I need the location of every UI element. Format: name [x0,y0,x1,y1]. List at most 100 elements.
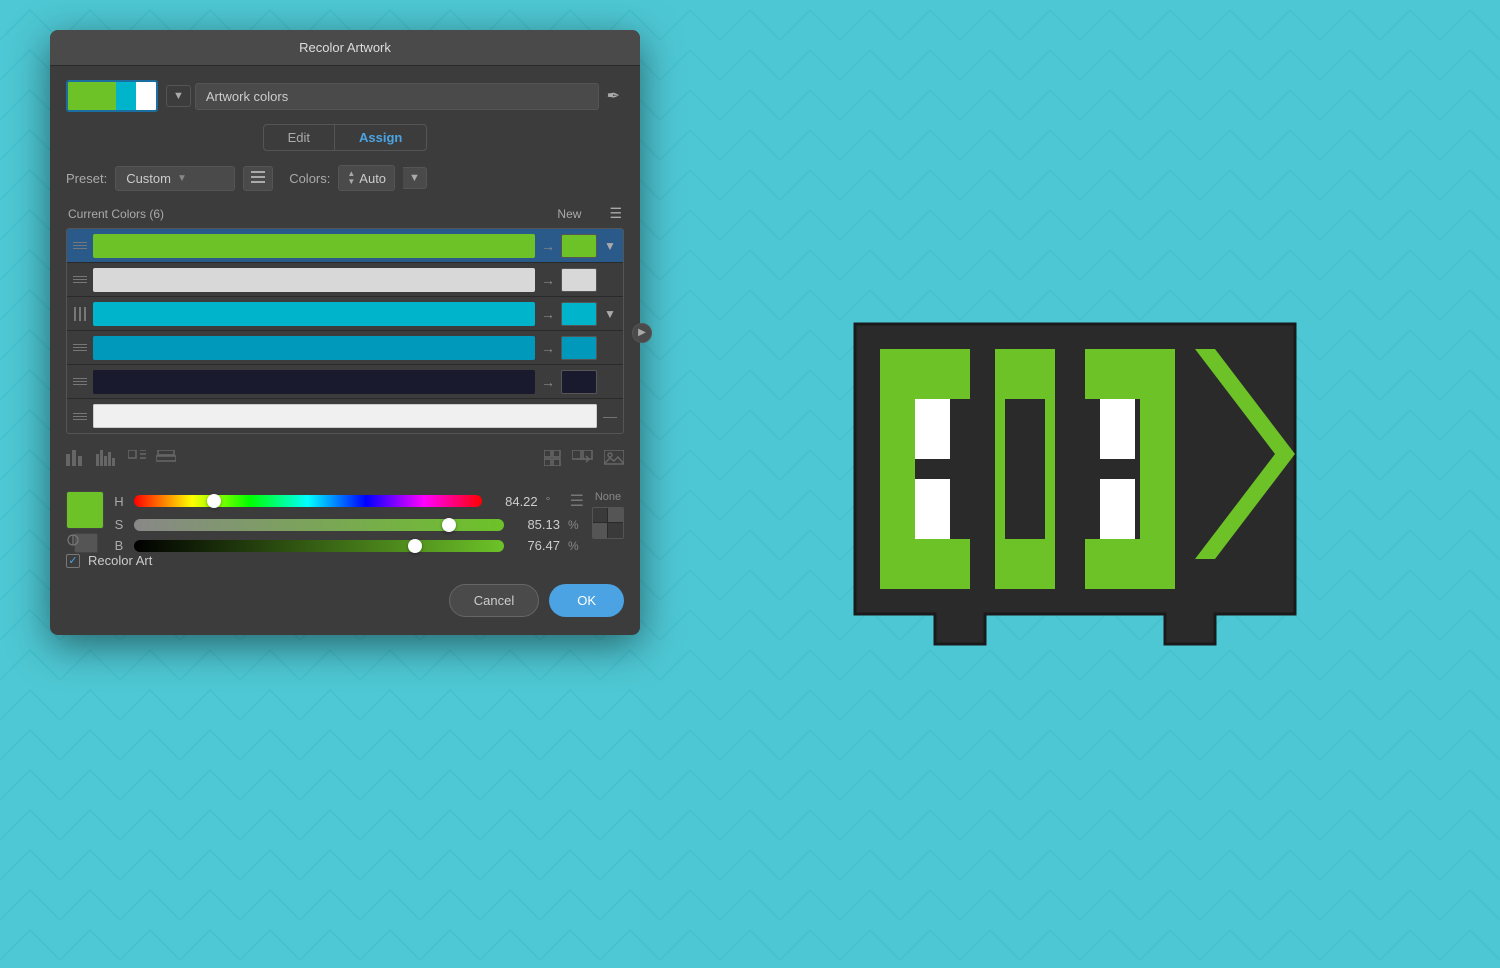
mapping-title: Current Colors (6) [68,207,164,221]
brightness-value: 76.47 [512,538,560,553]
new-swatch-3[interactable] [561,302,597,326]
row-handle-6[interactable] [73,409,87,423]
recolor-art-checkbox[interactable] [66,554,80,568]
hue-slider-thumb[interactable] [207,494,221,508]
swatch-teal[interactable] [116,82,136,110]
preset-dropdown[interactable]: Custom ▼ [115,166,235,191]
row-handle-1[interactable] [73,239,87,253]
artwork-logo-svg [825,284,1325,684]
bar-chart-2-icon[interactable] [96,450,118,471]
new-swatch-1[interactable] [561,234,597,258]
swap-icon[interactable] [572,450,594,471]
chart2-icon-svg [96,450,118,466]
none-cell-1 [593,508,608,523]
mapping-menu-icon[interactable]: ☰ [609,205,622,222]
arrow-4: → [541,340,555,356]
exclude-icon[interactable] [128,450,146,471]
saturation-slider-row: S 85.13 % [112,517,584,532]
ok-button[interactable]: OK [549,584,624,617]
grid-icon-svg [544,450,562,466]
image-icon-svg [604,450,624,466]
cancel-button[interactable]: Cancel [449,584,539,617]
mapping-header: Current Colors (6) New ☰ [66,205,624,222]
row-handle-5[interactable] [73,375,87,389]
artwork-area [650,0,1500,968]
saturation-slider-track[interactable] [134,519,504,531]
grid-icon[interactable] [544,450,562,471]
color-preview-main[interactable] [66,491,104,529]
none-label: None [595,491,621,503]
swatch-white[interactable] [136,82,156,110]
stepper-arrows[interactable]: ▲ ▼ [347,170,355,186]
dialog-body: ▼ Artwork colors ✒ Edit Assign Preset: C… [50,66,640,635]
mapping-new-label: New [557,207,581,221]
row-handle-4[interactable] [73,341,87,355]
artwork-colors-label: Artwork colors [206,89,288,104]
color-row-3[interactable]: → ▼ [67,297,623,331]
drag-icon-3 [74,307,86,321]
saturation-slider-thumb[interactable] [442,518,456,532]
expand-btn-1[interactable]: ▼ [603,239,617,253]
color-bar-6 [93,404,597,428]
swatch-dropdown-button[interactable]: ▼ [166,85,191,107]
toolbar-right [544,450,624,471]
image-icon[interactable] [604,450,624,471]
row-icon-3 [73,307,87,321]
color-swatch-group[interactable] [66,80,158,112]
row-handle-2[interactable] [73,273,87,287]
swatch-green[interactable] [68,82,96,110]
edit-assign-tabs: Edit Assign [66,124,624,151]
color-bar-4 [93,336,535,360]
recolor-artwork-dialog: Recolor Artwork ▼ Artwork colors ✒ Edit … [50,30,640,635]
dialog-title-text: Recolor Artwork [299,40,391,55]
new-swatch-4[interactable] [561,336,597,360]
color-bar-2 [93,268,535,292]
colors-dropdown-btn[interactable]: ▼ [403,167,427,189]
saturation-label: S [112,517,126,532]
colors-stepper[interactable]: ▲ ▼ Auto [338,165,395,191]
expand-btn-3[interactable]: ▼ [603,307,617,321]
eyedropper-button[interactable]: ✒ [603,82,624,110]
hue-slider-track[interactable] [134,495,482,507]
color-secondary-area [66,533,104,553]
color-mapping-table: → ▼ → ▼ [66,228,624,434]
brightness-slider-track[interactable] [134,540,504,552]
arrow-3: → [541,306,555,322]
saturation-unit: % [568,518,584,532]
list-icon-button[interactable] [243,166,273,191]
new-swatch-5[interactable] [561,370,597,394]
color-row-2[interactable]: → ▼ [67,263,623,297]
list-icon [251,171,265,183]
tab-edit[interactable]: Edit [263,124,334,151]
tab-assign[interactable]: Assign [334,124,427,151]
hue-slider-row: H 84.22 ° ☰ [112,491,584,511]
bar-chart-icon[interactable] [66,450,86,471]
action-buttons: Cancel OK [66,584,624,617]
dash-indicator-6: — [603,408,617,424]
none-section: None [592,491,624,539]
brightness-slider-thumb[interactable] [408,539,422,553]
link-colors-icon[interactable] [66,533,80,547]
artwork-colors-dropdown[interactable]: Artwork colors [195,83,599,110]
hsb-menu-icon[interactable]: ☰ [570,491,584,511]
color-row-4[interactable]: → ▼ [67,331,623,365]
color-row-1[interactable]: → ▼ [67,229,623,263]
new-swatch-2[interactable] [561,268,597,292]
color-row-5[interactable]: → ▼ [67,365,623,399]
toolbar-left [66,450,176,471]
color-row-6[interactable]: — [67,399,623,433]
stepper-down[interactable]: ▼ [347,178,355,186]
color-picker-wrapper: H 84.22 ° ☰ S 85.13 % [66,491,624,553]
exclude-icon-svg [128,450,146,466]
recolor-art-row: Recolor Art [66,553,624,568]
preset-chevron: ▼ [177,173,187,184]
panel-expand-button[interactable]: ▶ [632,323,652,343]
color-bar-5 [93,370,535,394]
layers-icon[interactable] [156,450,176,471]
preset-row: Preset: Custom ▼ Colors: ▲ ▼ Auto [66,165,624,191]
colors-label: Colors: [289,171,330,186]
swatch-green2[interactable] [96,82,116,110]
arrow-1: → [541,238,555,254]
none-grid[interactable] [592,507,624,539]
colors-value: Auto [359,171,386,186]
